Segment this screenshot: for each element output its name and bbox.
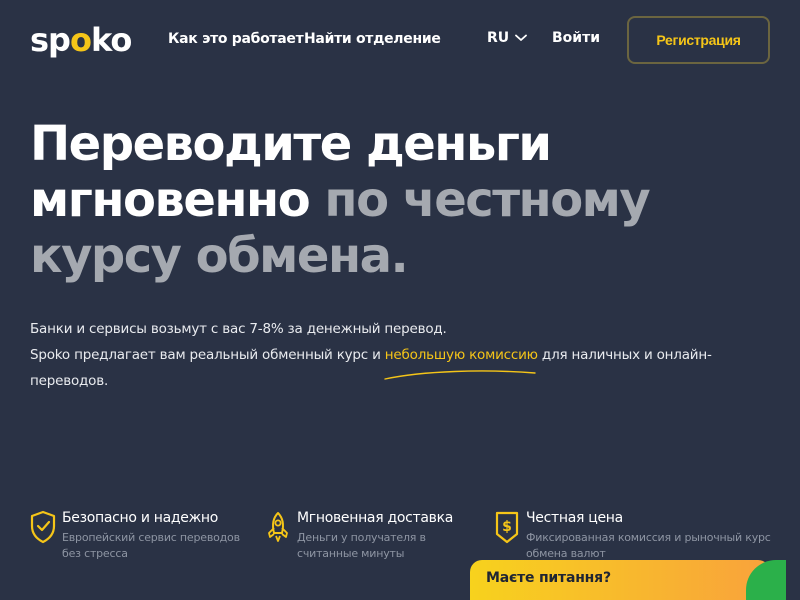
language-selector[interactable]: RU [487, 30, 528, 46]
squiggle-underline-icon [384, 370, 536, 380]
hero-title: Переводите деньги мгновенно по честному … [30, 116, 770, 284]
header: spoko Как это работает Найти отделение R… [0, 0, 800, 80]
chat-widget[interactable]: Маєте питання? [470, 560, 786, 600]
chat-status-badge [746, 560, 786, 600]
commission-highlight: небольшую комиссию [384, 347, 538, 380]
shield-check-icon [30, 510, 56, 544]
login-link[interactable]: Войти [552, 30, 600, 46]
feature-desc: Деньги у получателя в считанные минуты [297, 531, 426, 560]
svg-text:$: $ [502, 519, 512, 535]
feature-title: Безопасно и надежно [62, 510, 219, 526]
spoko-logo[interactable]: spoko [30, 21, 132, 59]
hero-description: Банки и сервисы возьмут с вас 7-8% за де… [30, 316, 730, 394]
feature-desc: Фиксированная комиссия и рыночный курс о… [526, 531, 771, 560]
nav-find-branch[interactable]: Найти отделение [304, 31, 441, 47]
hero-title-line1: Переводите деньги [30, 116, 552, 172]
commission-highlight-text: небольшую комиссию [384, 347, 538, 363]
logo-text-accent: o [69, 21, 92, 59]
nav-how-it-works[interactable]: Как это работает [168, 31, 304, 47]
desc-line1: Банки и сервисы возьмут с вас 7-8% за де… [30, 321, 447, 337]
desc-line2-start: Spoko предлагает вам реальный обменный к… [30, 347, 385, 363]
register-button[interactable]: Регистрация [627, 16, 770, 64]
chevron-down-icon [515, 34, 528, 41]
logo-text-start: sp [30, 21, 71, 59]
hero-title-muted-2: курсу обмена [30, 228, 392, 284]
feature-desc: Европейский сервис переводов без стресса [62, 531, 240, 560]
rocket-icon [268, 512, 288, 542]
hero-title-muted-1: по честному [309, 172, 650, 228]
feature-title: Мгновенная доставка [297, 510, 454, 526]
language-label: RU [487, 30, 510, 46]
feature-title: Честная цена [526, 510, 623, 526]
logo-text-end: ko [90, 21, 132, 59]
chat-label: Маєте питання? [486, 570, 611, 586]
price-tag-dollar-icon: $ [495, 511, 519, 544]
hero-title-period: . [390, 228, 409, 284]
hero-title-bold: мгновенно [30, 172, 311, 228]
